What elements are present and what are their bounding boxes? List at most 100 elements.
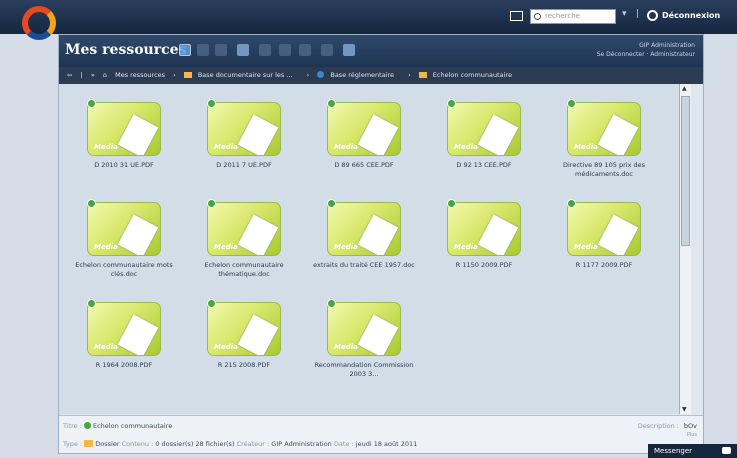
document-icon [117,214,159,255]
media-label: Media [334,343,358,351]
copy-icon[interactable] [279,44,291,56]
more-link[interactable]: Plus [687,432,697,438]
file-caption: R 1964 2008.PDF [95,361,153,369]
document-icon [357,214,399,255]
home-icon[interactable]: ⌂ [103,71,107,79]
logout-link[interactable]: Déconnexion [662,11,720,20]
user-name: GIP Administration [639,42,695,49]
chevron-right-icon: › [408,71,411,79]
media-label: Media [334,143,358,151]
media-thumbnail: Media [447,102,521,156]
creator-value: GIP Administration [271,440,332,448]
power-icon[interactable] [647,10,658,21]
breadcrumb-item[interactable]: Mes ressources [115,71,165,79]
file-caption: D 2010 31 UE.PDF [94,161,154,169]
media-thumbnail: Media [327,302,401,356]
search-input[interactable]: recherche [530,9,616,24]
file-item[interactable]: Media R 1177 2009.PDF [549,199,659,270]
topbar-separator: | [636,9,640,19]
file-item[interactable]: Media Directive 89 105 prix des médicamen… [549,99,659,179]
media-label: Media [574,243,598,251]
folder-icon [84,440,94,447]
status-badge-icon [327,199,336,208]
user-links[interactable]: Se Déconnecter · Administrateur [597,50,695,59]
scrollbar-thumb[interactable] [681,96,690,246]
file-item[interactable]: Media Echelon communautaire mots clés.doc [69,199,179,279]
media-label: Media [454,243,478,251]
cut-icon[interactable] [259,44,271,56]
status-badge-icon [207,99,216,108]
file-item[interactable]: Media D 2011 7 UE.PDF [189,99,299,170]
scroll-down-icon[interactable]: ▼ [682,406,687,413]
messenger-label: Messenger [654,447,693,455]
folder-icon [418,72,427,78]
paste-icon[interactable] [299,44,311,56]
media-thumbnail: Media [327,102,401,156]
scroll-up-icon[interactable]: ▲ [682,85,687,92]
media-thumbnail: Media [87,202,161,256]
media-label: Media [94,143,118,151]
back-icon[interactable]: ⇦ [67,71,72,79]
file-item[interactable]: Media R 215 2008.PDF [189,299,299,370]
details-title-row: Titre : Echelon communautaire [63,422,172,430]
file-caption: D 89 665 CEE.PDF [334,161,394,169]
search-icon [534,13,541,20]
file-caption: R 1177 2009.PDF [575,261,633,269]
settings-icon[interactable] [343,44,355,56]
file-item[interactable]: Media R 1964 2008.PDF [69,299,179,370]
document-icon [597,114,639,155]
expand-icon[interactable]: » [91,71,95,79]
breadcrumb: ⇦ | » ⌂ Mes ressources › Base documentai… [59,67,703,84]
media-label: Media [94,343,118,351]
document-icon [597,214,639,255]
search-placeholder: recherche [545,12,580,20]
media-label: Media [94,243,118,251]
user-info: GIP Administration Se Déconnecter · Admi… [597,41,695,59]
description-label: Description : [637,422,679,430]
add-icon[interactable] [237,44,249,56]
document-icon [237,314,279,355]
file-item[interactable]: Media D 92 13 CEE.PDF [429,99,539,170]
file-caption: R 215 2008.PDF [217,361,271,369]
file-item[interactable]: Media D 2010 31 UE.PDF [69,99,179,170]
messenger-button[interactable]: Messenger [648,444,737,458]
breadcrumb-separator: | [80,71,83,79]
file-caption: Echelon communautaire mots clés.doc [75,261,173,278]
file-caption: extraits du traité CEE 1957.doc [313,261,415,269]
mail-icon[interactable] [510,11,523,21]
database-icon [183,72,192,78]
top-bar: recherche ▾ | Déconnexion [0,0,737,40]
file-item[interactable]: Media Recommandation Commission 2003 3... [309,299,419,379]
content-value: 0 dossier(s) 28 fichier(s) [155,440,235,448]
app-logo [22,6,56,40]
status-badge-icon [447,99,456,108]
breadcrumb-item[interactable]: Base réglementaire [317,71,400,79]
status-badge-icon [447,199,456,208]
breadcrumb-item[interactable]: Echelon communautaire [418,71,518,79]
delete-icon[interactable] [321,44,333,56]
document-icon [117,114,159,155]
refresh-icon[interactable] [215,44,227,56]
date-value: jeudi 18 août 2011 [355,440,418,448]
document-icon [477,114,519,155]
list-view-icon[interactable] [197,44,209,56]
media-thumbnail: Media [327,202,401,256]
file-grid: Media D 2010 31 UE.PDF Media D 2011 7 UE.PD… [59,84,679,414]
file-item[interactable]: Media D 89 665 CEE.PDF [309,99,419,170]
chevron-right-icon: › [306,71,310,79]
file-item[interactable]: Media Echelon communautaire thématique.do… [189,199,299,279]
file-caption: Echelon communautaire thématique.doc [204,261,284,278]
type-value: Dossier [95,440,120,448]
status-badge-icon [87,99,96,108]
media-thumbnail: Media [207,202,281,256]
document-icon [237,114,279,155]
file-item[interactable]: Media extraits du traité CEE 1957.doc [309,199,419,270]
status-badge-icon [567,99,576,108]
document-icon [237,214,279,255]
file-item[interactable]: Media R 1150 2009.PDF [429,199,539,270]
breadcrumb-item[interactable]: Base documentaire sur les ... [183,71,299,79]
vertical-scrollbar[interactable]: ▲ ▼ [679,84,691,414]
breadcrumb-label: Echelon communautaire [432,71,512,79]
breadcrumb-label: Base documentaire sur les ... [197,71,293,79]
grid-view-icon[interactable] [179,44,191,56]
